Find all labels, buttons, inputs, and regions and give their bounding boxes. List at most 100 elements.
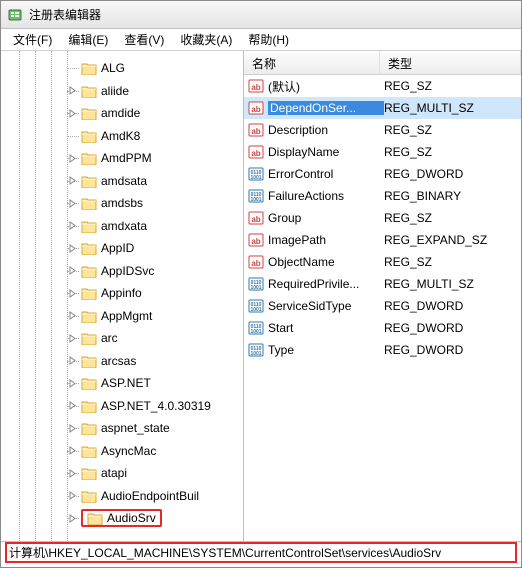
value-row[interactable]: ab (默认)REG_SZ: [244, 75, 521, 97]
chevron-right-icon[interactable]: [67, 446, 77, 456]
tree-item[interactable]: amdsata: [1, 170, 243, 193]
value-name: DisplayName: [268, 145, 384, 159]
value-name: Type: [268, 343, 384, 357]
chevron-right-icon[interactable]: [67, 221, 77, 231]
value-type: REG_BINARY: [384, 189, 521, 203]
chevron-right-icon[interactable]: [67, 153, 77, 163]
svg-text:1001: 1001: [250, 329, 261, 335]
value-row[interactable]: 01101001RequiredPrivile...REG_MULTI_SZ: [244, 273, 521, 295]
value-type: REG_SZ: [384, 255, 521, 269]
value-name: Description: [268, 123, 384, 137]
value-row[interactable]: ab DescriptionREG_SZ: [244, 119, 521, 141]
tree-item[interactable]: ALG: [1, 57, 243, 80]
binary-icon: 01101001: [248, 188, 264, 204]
tree-item[interactable]: arcsas: [1, 350, 243, 373]
workspace: ALGaliideamdideAmdK8AmdPPM amdsata amdsbs a…: [1, 51, 521, 541]
string-icon: ab: [248, 144, 264, 160]
window-title: 注册表编辑器: [29, 6, 101, 23]
list-header: 名称 类型: [244, 51, 521, 75]
tree-item[interactable]: Appinfo: [1, 282, 243, 305]
value-name: Start: [268, 321, 384, 335]
value-type: REG_DWORD: [384, 167, 521, 181]
chevron-right-icon[interactable]: [67, 468, 77, 478]
tree-item[interactable]: amdsbs: [1, 192, 243, 215]
tree-item-label: amdsbs: [101, 196, 143, 210]
tree-item[interactable]: ASP.NET: [1, 372, 243, 395]
menu-favorites[interactable]: 收藏夹(A): [172, 29, 240, 50]
tree-item[interactable]: AppMgmt: [1, 305, 243, 328]
chevron-right-icon[interactable]: [67, 513, 77, 523]
value-row[interactable]: 01101001ErrorControlREG_DWORD: [244, 163, 521, 185]
menu-bar: 文件(F) 编辑(E) 查看(V) 收藏夹(A) 帮助(H): [1, 29, 521, 51]
chevron-right-icon[interactable]: [67, 266, 77, 276]
value-type: REG_MULTI_SZ: [384, 101, 521, 115]
chevron-right-icon[interactable]: [67, 356, 77, 366]
svg-text:ab: ab: [251, 259, 260, 268]
value-row[interactable]: abImagePathREG_EXPAND_SZ: [244, 229, 521, 251]
value-type: REG_SZ: [384, 123, 521, 137]
tree-item-label: aspnet_state: [101, 421, 170, 435]
list-body: ab(默认)REG_SZabDependOnSer...REG_MULTI_SZ…: [244, 75, 521, 361]
tree-item[interactable]: aspnet_state: [1, 417, 243, 440]
menu-file[interactable]: 文件(F): [5, 29, 60, 50]
value-row[interactable]: abGroupREG_SZ: [244, 207, 521, 229]
chevron-right-icon[interactable]: [67, 86, 77, 96]
tree-item-label: AsyncMac: [101, 444, 156, 458]
tree-item[interactable]: amdide: [1, 102, 243, 125]
value-row[interactable]: 01101001StartREG_DWORD: [244, 317, 521, 339]
col-header-name[interactable]: 名称: [244, 51, 380, 74]
chevron-right-icon[interactable]: [67, 333, 77, 343]
tree-item[interactable]: AudioSrv: [1, 507, 243, 530]
tree-item[interactable]: AudioEndpointBuil: [1, 485, 243, 508]
menu-view[interactable]: 查看(V): [116, 29, 172, 50]
chevron-right-icon[interactable]: [67, 176, 77, 186]
value-name: ServiceSidType: [268, 299, 384, 313]
chevron-right-icon[interactable]: [67, 198, 77, 208]
tree-item-label: atapi: [101, 466, 127, 480]
tree-item[interactable]: AmdPPM: [1, 147, 243, 170]
menu-help[interactable]: 帮助(H): [240, 29, 297, 50]
value-type: REG_DWORD: [384, 343, 521, 357]
value-row[interactable]: abDependOnSer...REG_MULTI_SZ: [244, 97, 521, 119]
tree-item[interactable]: AsyncMac: [1, 440, 243, 463]
string-icon: ab: [248, 100, 264, 116]
value-row[interactable]: 01101001 ServiceSidTypeREG_DWORD: [244, 295, 521, 317]
tree-item-label: amdsata: [101, 174, 147, 188]
tree-item[interactable]: amdxata: [1, 215, 243, 238]
svg-text:ab: ab: [251, 215, 260, 224]
chevron-right-icon[interactable]: [67, 108, 77, 118]
menu-edit[interactable]: 编辑(E): [60, 29, 116, 50]
binary-icon: 01101001: [248, 298, 264, 314]
value-type: REG_SZ: [384, 79, 521, 93]
chevron-right-icon[interactable]: [67, 401, 77, 411]
value-row[interactable]: abObjectNameREG_SZ: [244, 251, 521, 273]
value-type: REG_DWORD: [384, 299, 521, 313]
tree-item[interactable]: ASP.NET_4.0.30319: [1, 395, 243, 418]
tree-item-label: arc: [101, 331, 118, 345]
tree-item[interactable]: AppID: [1, 237, 243, 260]
tree-item[interactable]: AmdK8: [1, 125, 243, 148]
value-row[interactable]: 01101001FailureActionsREG_BINARY: [244, 185, 521, 207]
value-pane[interactable]: 名称 类型 ab(默认)REG_SZabDependOnSer...REG_MU…: [244, 51, 521, 541]
tree-pane[interactable]: ALGaliideamdideAmdK8AmdPPM amdsata amdsbs a…: [1, 51, 244, 541]
chevron-right-icon[interactable]: [67, 491, 77, 501]
chevron-right-icon[interactable]: [67, 423, 77, 433]
chevron-right-icon[interactable]: [67, 288, 77, 298]
svg-text:ab: ab: [251, 83, 260, 92]
string-icon: ab: [248, 210, 264, 226]
value-name: (默认): [268, 78, 384, 95]
tree-item[interactable]: AppIDSvc: [1, 260, 243, 283]
chevron-right-icon[interactable]: [67, 243, 77, 253]
svg-text:1001: 1001: [250, 285, 261, 291]
value-type: REG_MULTI_SZ: [384, 277, 521, 291]
value-row[interactable]: ab DisplayNameREG_SZ: [244, 141, 521, 163]
col-header-type[interactable]: 类型: [380, 51, 521, 74]
chevron-right-icon[interactable]: [67, 311, 77, 321]
string-icon: ab: [248, 122, 264, 138]
tree-item[interactable]: aliide: [1, 80, 243, 103]
tree-item[interactable]: atapi: [1, 462, 243, 485]
chevron-right-icon[interactable]: [67, 378, 77, 388]
value-type: REG_SZ: [384, 145, 521, 159]
tree-item[interactable]: arc: [1, 327, 243, 350]
value-row[interactable]: 01101001TypeREG_DWORD: [244, 339, 521, 361]
